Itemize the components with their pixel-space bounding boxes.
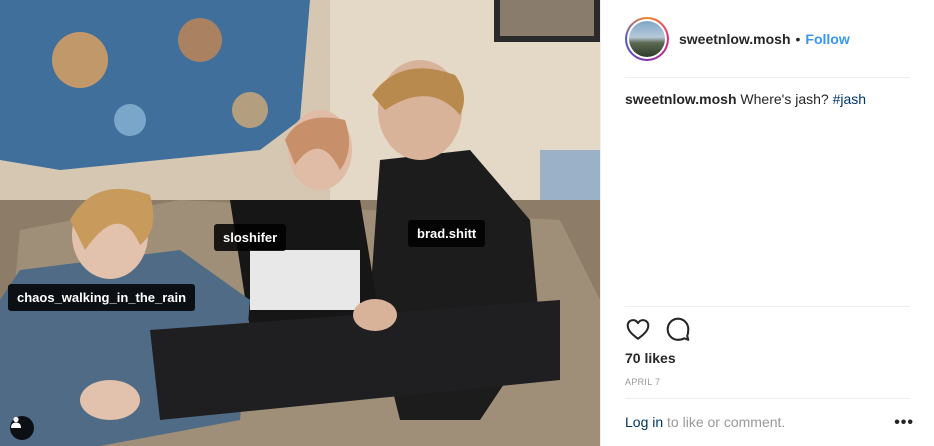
avatar-image [629, 21, 665, 57]
post-date: APRIL 7 [625, 377, 661, 387]
action-bar [625, 316, 691, 342]
photo-tag-brad-shitt[interactable]: brad.shitt [408, 220, 486, 247]
photo-tag-sloshifer[interactable]: sloshifer [214, 224, 287, 251]
header-username[interactable]: sweetnlow.mosh [679, 31, 791, 47]
post-side-panel: sweetnlow.mosh • Follow sweetnlow.mosh W… [600, 0, 934, 446]
photo-scene [0, 0, 600, 446]
comment-icon [666, 317, 690, 341]
caption-hashtag[interactable]: #jash [833, 91, 866, 107]
tagged-users-indicator[interactable] [10, 416, 34, 440]
photo-tag-chaos-walking-in-the-rain[interactable]: chaos_walking_in_the_rain [8, 284, 196, 311]
caption-username[interactable]: sweetnlow.mosh [625, 91, 737, 107]
heart-icon [626, 319, 650, 340]
follow-button[interactable]: Follow [805, 31, 849, 47]
more-options-button[interactable]: ••• [894, 414, 914, 432]
footer-divider [625, 398, 910, 399]
post-header: sweetnlow.mosh • Follow [625, 14, 910, 64]
avatar[interactable] [625, 17, 669, 61]
login-link[interactable]: Log in [625, 414, 663, 430]
login-prompt: Log in to like or comment. [625, 414, 785, 430]
like-button[interactable] [625, 316, 651, 342]
post-container: sloshifer brad.shitt chaos_walking_in_th… [0, 0, 934, 446]
caption-text: Where's jash? [740, 91, 829, 107]
login-suffix: to like or comment. [667, 414, 786, 430]
user-tag-icon [11, 416, 21, 428]
post-photo[interactable]: sloshifer brad.shitt chaos_walking_in_th… [0, 0, 600, 446]
comment-button[interactable] [665, 316, 691, 342]
likes-count[interactable]: 70 likes [625, 350, 676, 366]
post-caption: sweetnlow.mosh Where's jash? #jash [625, 90, 910, 108]
header-divider [625, 77, 910, 78]
header-separator: • [795, 31, 801, 47]
actions-divider [625, 306, 910, 307]
